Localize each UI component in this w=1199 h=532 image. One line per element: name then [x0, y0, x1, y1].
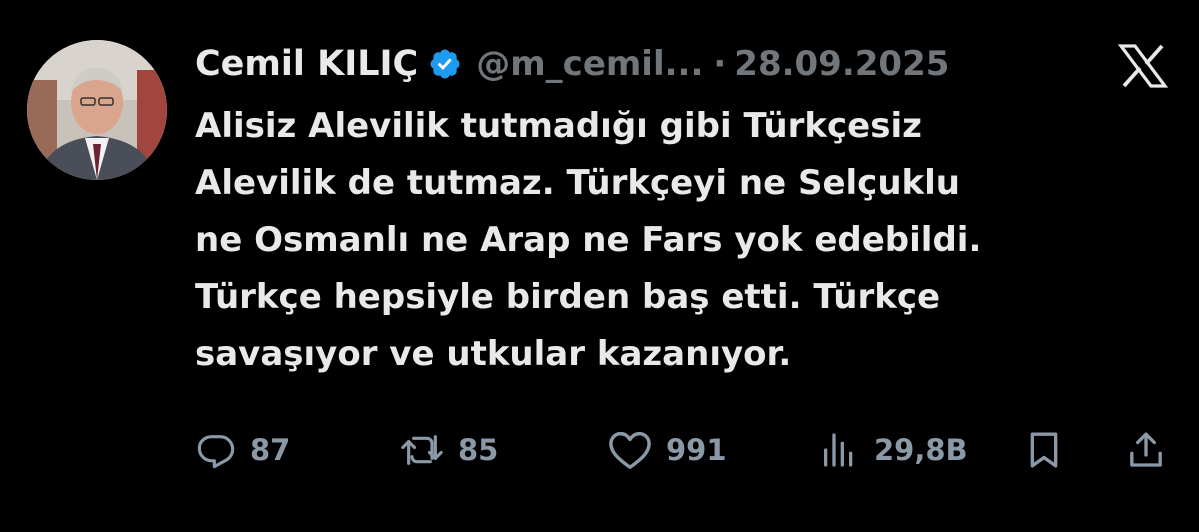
bookmark-icon [1024, 429, 1064, 471]
header-separator: · [713, 44, 727, 84]
like-count: 991 [666, 433, 727, 467]
verified-badge-icon [428, 47, 462, 81]
reply-icon [196, 430, 236, 470]
x-logo-icon [1117, 44, 1169, 88]
repost-count: 85 [458, 433, 499, 467]
views-count: 29,8B [874, 433, 968, 467]
profile-photo [27, 40, 167, 180]
action-bar: 87 85 991 29,8B [190, 425, 1180, 475]
author-name[interactable]: Cemil KILIÇ [195, 44, 418, 84]
author-handle[interactable]: @m_cemil... [476, 44, 703, 84]
like-button[interactable]: 991 [608, 425, 727, 475]
repost-button[interactable]: 85 [400, 425, 498, 475]
share-button[interactable] [1126, 425, 1166, 475]
tweet-card: Cemil KILIÇ @m_cemil... · 28.09.2025 Ali… [0, 0, 1199, 532]
tweet-text: Alisiz Alevilik tutmadığı gibi Türkçesiz… [195, 106, 982, 374]
tweet-header: Cemil KILIÇ @m_cemil... · 28.09.2025 [195, 38, 949, 90]
views-icon [818, 430, 860, 470]
share-icon [1126, 429, 1166, 471]
reply-button[interactable]: 87 [196, 425, 290, 475]
tweet-date[interactable]: 28.09.2025 [734, 44, 949, 84]
heart-icon [608, 430, 652, 470]
repost-icon [400, 430, 444, 470]
bookmark-button[interactable] [1024, 425, 1064, 475]
reply-count: 87 [250, 433, 291, 467]
views-button[interactable]: 29,8B [818, 425, 968, 475]
avatar[interactable] [27, 40, 167, 180]
